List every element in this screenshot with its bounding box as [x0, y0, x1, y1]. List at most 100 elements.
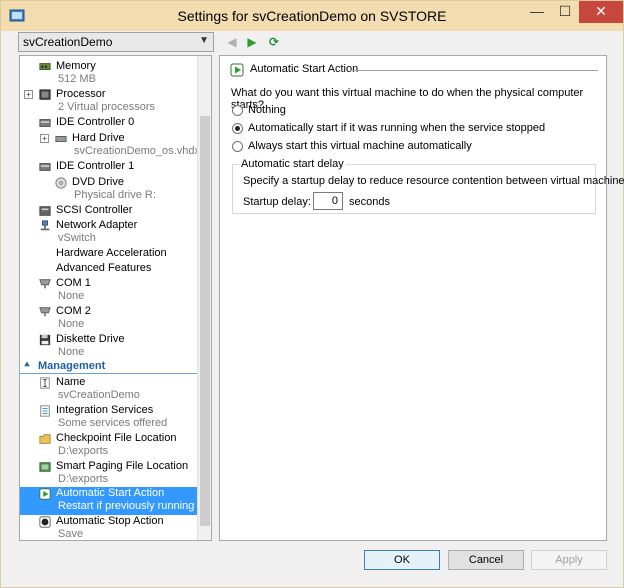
maximize-button[interactable]: ☐	[551, 1, 579, 23]
chevron-down-icon: ▼	[199, 35, 209, 46]
tree-item-label: DVD Drive	[72, 176, 124, 188]
tree-item-label: Diskette Drive	[56, 333, 125, 345]
expand-toggle-icon[interactable]: +	[40, 134, 49, 143]
radio-button[interactable]	[232, 141, 243, 152]
startup-delay-label: Startup delay:	[243, 196, 311, 208]
tree-item-diskette-drive[interactable]: Diskette Drive None	[20, 333, 198, 361]
title-bar: Settings for svCreationDemo on SVSTORE —…	[1, 1, 623, 31]
collapse-chevron-icon[interactable]: ⯅	[23, 360, 31, 371]
radio-button[interactable]	[232, 105, 243, 116]
tree-item-memory[interactable]: Memory 512 MB	[20, 60, 198, 88]
section-header: Automatic Start Action	[230, 62, 598, 78]
management-label: Management	[38, 360, 106, 372]
tree-item-label: Smart Paging File Location	[56, 460, 189, 472]
tree-item-automatic-stop-action[interactable]: Automatic Stop Action Save	[20, 515, 198, 540]
radio-button[interactable]	[232, 123, 243, 134]
tree-item-detail: 512 MB	[58, 73, 96, 85]
cancel-button[interactable]: Cancel	[448, 550, 524, 570]
ide-controller-icon	[39, 163, 51, 171]
tree-item-network-adapter[interactable]: Network Adapter vSwitch	[20, 219, 198, 247]
tree-item-hard-drive[interactable]: + Hard Drive svCreationDemo_os.vhdx	[20, 132, 200, 160]
ok-button[interactable]: OK	[364, 550, 440, 570]
tree-item-label: IDE Controller 1	[56, 160, 135, 172]
tree-item-detail: svCreationDemo_os.vhdx	[74, 145, 200, 157]
radio-label: Nothing	[248, 104, 286, 116]
tree-item-name[interactable]: Name svCreationDemo	[20, 376, 198, 404]
tree-item-integration-services[interactable]: Integration Services Some services offere…	[20, 404, 198, 432]
scsi-controller-icon	[39, 206, 51, 216]
delay-unit: seconds	[349, 196, 390, 208]
paging-file-icon	[39, 462, 51, 472]
start-delay-group: Automatic start delay Specify a startup …	[232, 158, 624, 214]
tree-item-label: Hardware Acceleration	[56, 247, 167, 259]
tree-item-detail: None	[58, 346, 85, 358]
tree-item-smart-paging-file-location[interactable]: Smart Paging File Location D:\exports	[20, 460, 198, 488]
apply-button[interactable]: Apply	[531, 550, 607, 570]
radio-label: Always start this virtual machine automa…	[248, 140, 472, 152]
tree-item-label: COM 1	[56, 277, 91, 289]
integration-services-icon	[40, 405, 50, 417]
tree-item-label: Advanced Features	[56, 262, 152, 274]
folder-icon	[39, 434, 51, 444]
tree-item-label: IDE Controller 0	[56, 116, 135, 128]
tree-item-detail: Physical drive R:	[74, 189, 156, 201]
tree-item-label: Integration Services	[56, 404, 154, 416]
details-panel: Automatic Start Action What do you want …	[219, 55, 624, 541]
tree-scrollbar[interactable]	[197, 56, 211, 540]
section-title: Automatic Start Action	[250, 63, 359, 75]
group-title: Automatic start delay	[239, 158, 346, 170]
hard-drive-icon	[55, 136, 67, 142]
settings-tree: Memory 512 MB + Processor 2 Virtual processo…	[19, 55, 212, 541]
minimize-button[interactable]: —	[523, 1, 551, 23]
start-question: What do you want this virtual machine to…	[231, 87, 584, 111]
tree-item-dvd-drive[interactable]: DVD Drive Physical drive R:	[20, 176, 198, 204]
tree-item-label: SCSI Controller	[56, 204, 133, 216]
tree-item-checkpoint-file-location[interactable]: Checkpoint File Location D:\exports	[20, 432, 198, 460]
diskette-drive-icon	[39, 334, 51, 346]
ide-controller-icon	[39, 119, 51, 127]
network-adapter-icon	[40, 220, 50, 231]
tree-item-automatic-start-action[interactable]: Automatic Start Action Restart if previou…	[20, 487, 198, 515]
tree-item-label: Hard Drive	[72, 132, 125, 144]
scrollbar-thumb[interactable]	[200, 116, 210, 526]
radio-label: Automatically start if it was running wh…	[248, 122, 546, 134]
dvd-drive-icon	[55, 177, 67, 189]
tree-item-com-1[interactable]: COM 1 None	[20, 277, 198, 305]
expand-toggle-icon[interactable]: +	[24, 90, 33, 99]
section-divider	[350, 70, 598, 71]
tree-item-detail: D:\exports	[58, 445, 109, 457]
stop-action-icon	[39, 516, 51, 528]
close-button[interactable]: ✕	[579, 1, 623, 23]
tree-item-detail: Save	[58, 528, 84, 540]
tree-item-detail: None	[58, 290, 85, 302]
tree-item-label: COM 2	[56, 305, 91, 317]
tree-item-processor[interactable]: + Processor 2 Virtual processors	[20, 88, 198, 116]
tree-item-label: Network Adapter	[56, 219, 138, 231]
com-port-icon	[39, 307, 51, 317]
forward-arrow-icon[interactable]: ▶	[243, 33, 261, 51]
tree-item-com-2[interactable]: COM 2 None	[20, 305, 198, 333]
back-arrow-icon[interactable]: ◀	[223, 33, 241, 51]
tree-item-detail: None	[58, 318, 85, 330]
refresh-icon[interactable]: ⟳	[265, 33, 283, 51]
tree-item-detail: Some services offered	[58, 417, 168, 429]
startup-delay-input[interactable]: 0	[313, 192, 343, 210]
vm-select[interactable]: svCreationDemo ▼	[18, 32, 214, 52]
com-port-icon	[39, 279, 51, 289]
management-header[interactable]: ⯅ Management	[20, 360, 198, 374]
tree-item-label: Checkpoint File Location	[56, 432, 177, 444]
tree-item-label: Automatic Start Action	[56, 487, 165, 499]
delay-description: Specify a startup delay to reduce resour…	[243, 175, 624, 187]
settings-window: Settings for svCreationDemo on SVSTORE —…	[0, 0, 624, 588]
memory-icon	[39, 63, 51, 70]
tree-item-detail: vSwitch	[58, 232, 96, 244]
processor-icon	[39, 89, 51, 100]
tree-item-detail: Restart if previously running	[58, 500, 195, 512]
tree-item-detail: 2 Virtual processors	[58, 101, 156, 113]
tree-item-detail: D:\exports	[58, 473, 109, 485]
tree-item-label: Processor	[56, 88, 106, 100]
tree-item-label: Automatic Stop Action	[56, 515, 164, 527]
name-icon	[40, 377, 50, 389]
tree-item-label: Name	[56, 376, 86, 388]
start-action-icon	[39, 488, 51, 500]
